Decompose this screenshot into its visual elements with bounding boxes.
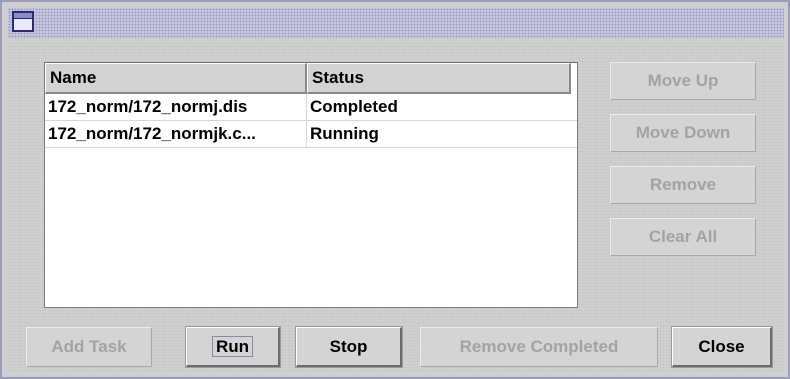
title-bar[interactable] — [8, 8, 784, 38]
add-task-button[interactable]: Add Task — [26, 327, 152, 367]
clear-all-button[interactable]: Clear All — [610, 218, 756, 256]
cell-task-name: 172_norm/172_normj.dis — [45, 94, 307, 120]
task-table: Name Status 172_norm/172_normj.dis Compl… — [44, 62, 578, 308]
column-header-status[interactable]: Status — [307, 63, 571, 94]
stop-button[interactable]: Stop — [295, 326, 403, 368]
move-down-button[interactable]: Move Down — [610, 114, 756, 152]
table-row[interactable]: 172_norm/172_normj.dis Completed — [45, 94, 577, 121]
move-up-button[interactable]: Move Up — [610, 62, 756, 100]
run-button[interactable]: Run — [185, 326, 281, 368]
remove-completed-button[interactable]: Remove Completed — [420, 327, 658, 367]
table-row[interactable]: 172_norm/172_normjk.c... Running — [45, 121, 577, 148]
remove-button[interactable]: Remove — [610, 166, 756, 204]
task-manager-window: Name Status 172_norm/172_normj.dis Compl… — [0, 0, 790, 379]
window-icon[interactable] — [12, 11, 34, 32]
cell-task-status: Running — [310, 124, 379, 143]
column-header-name[interactable]: Name — [45, 63, 307, 94]
cell-task-status: Completed — [310, 97, 398, 116]
content-panel: Name Status 172_norm/172_normj.dis Compl… — [8, 42, 784, 372]
table-header: Name Status — [45, 63, 577, 94]
close-button[interactable]: Close — [671, 326, 773, 368]
cell-task-name: 172_norm/172_normjk.c... — [45, 121, 307, 147]
table-body: 172_norm/172_normj.dis Completed 172_nor… — [45, 94, 577, 148]
run-button-label: Run — [211, 335, 254, 357]
